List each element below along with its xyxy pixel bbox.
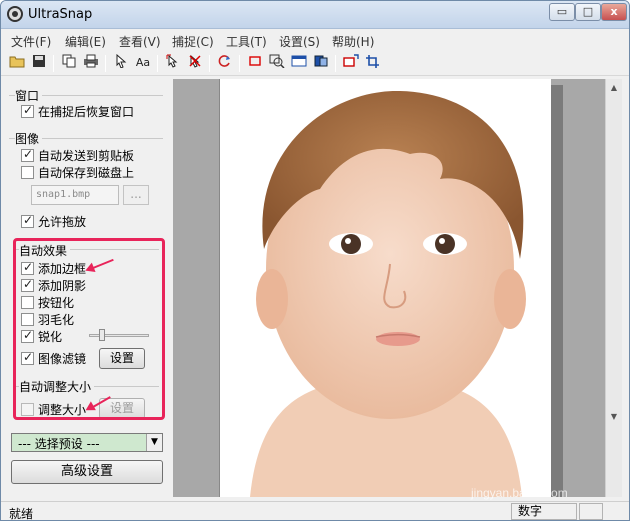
window-title: UltraSnap xyxy=(28,7,93,22)
checkbox-label: 自动发送到剪贴板 xyxy=(38,149,135,163)
save-disk-icon[interactable] xyxy=(29,54,49,72)
watermark-text: jingyan.baidu.com xyxy=(471,486,568,500)
filename-input[interactable]: snap1.bmp xyxy=(31,185,119,205)
camera-app-icon xyxy=(7,6,23,22)
crop-icon[interactable] xyxy=(363,54,383,72)
chevron-down-icon[interactable]: ▼ xyxy=(146,434,162,451)
checkbox-label: 允许拖放 xyxy=(38,215,87,229)
menu-tools[interactable]: 工具(T) xyxy=(226,33,267,50)
preset-selected-value: --- 选择预设 --- xyxy=(18,437,100,451)
menu-file[interactable]: 文件(F) xyxy=(11,33,51,50)
group-title-image: 图像 xyxy=(15,130,43,147)
pointer-icon[interactable] xyxy=(111,53,131,72)
menu-edit[interactable]: 编辑(E) xyxy=(65,33,106,50)
scroll-down-icon[interactable]: ▼ xyxy=(606,408,622,425)
capture-object-icon[interactable] xyxy=(311,54,331,72)
title-bar[interactable]: UltraSnap ▭ □ x xyxy=(1,1,629,29)
preset-select[interactable]: --- 选择预设 --- ▼ xyxy=(11,433,163,452)
checkbox-box[interactable] xyxy=(21,147,34,162)
capture-window-icon[interactable] xyxy=(289,54,309,72)
select-pointer-icon[interactable] xyxy=(163,54,183,72)
no-pointer-icon[interactable] xyxy=(185,54,205,72)
app-window: UltraSnap ▭ □ x 文件(F) 编辑(E) 查看(V) 捕捉(C) … xyxy=(0,0,630,521)
vertical-scrollbar[interactable]: ▲ ▼ xyxy=(605,79,622,497)
copy-icon[interactable] xyxy=(59,54,79,72)
checkbox-label: 自动保存到磁盘上 xyxy=(38,166,135,180)
scroll-up-icon[interactable]: ▲ xyxy=(606,79,622,96)
status-cell xyxy=(579,503,603,520)
menu-capture[interactable]: 捕捉(C) xyxy=(172,33,214,50)
checkbox-restore-after-capture[interactable]: 在捕捉后恢复窗口 xyxy=(21,103,134,119)
open-folder-icon[interactable] xyxy=(7,54,27,72)
refresh-icon[interactable] xyxy=(215,54,235,72)
status-numlock: 数字 xyxy=(511,503,577,520)
status-text: 就绪 xyxy=(9,507,34,521)
checkbox-box[interactable] xyxy=(21,166,34,179)
maximize-button[interactable]: □ xyxy=(575,3,601,21)
print-icon[interactable] xyxy=(81,54,101,72)
menu-settings[interactable]: 设置(S) xyxy=(279,33,320,50)
checkbox-box[interactable] xyxy=(21,103,34,118)
toolbar: Aa xyxy=(1,51,629,76)
checkbox-box[interactable] xyxy=(21,213,34,228)
capture-region-icon[interactable] xyxy=(245,54,265,72)
advanced-settings-button[interactable]: 高级设置 xyxy=(11,460,163,484)
status-bar: 就绪 数字 xyxy=(1,501,629,521)
zoom-region-icon[interactable] xyxy=(267,54,287,72)
image-canvas[interactable] xyxy=(173,79,605,497)
group-title-window: 窗口 xyxy=(15,87,43,104)
menu-view[interactable]: 查看(V) xyxy=(119,33,161,50)
captured-photo-baby xyxy=(219,79,551,497)
checkbox-label: 在捕捉后恢复窗口 xyxy=(38,105,135,119)
capture-menu-icon[interactable] xyxy=(341,54,361,72)
text-tool-icon[interactable]: Aa xyxy=(133,54,153,72)
close-button[interactable]: x xyxy=(601,3,627,21)
menu-help[interactable]: 帮助(H) xyxy=(332,33,374,50)
photo-drop-shadow xyxy=(551,85,563,497)
browse-button[interactable]: ... xyxy=(123,185,149,205)
options-panel: 窗口 在捕捉后恢复窗口 图像 自动发送到剪贴板 自动保存到磁盘上 snap1.b… xyxy=(5,79,169,497)
minimize-button[interactable]: ▭ xyxy=(549,3,575,21)
checkbox-allow-drag[interactable]: 允许拖放 xyxy=(21,213,86,229)
menu-bar: 文件(F) 编辑(E) 查看(V) 捕捉(C) 工具(T) 设置(S) 帮助(H… xyxy=(1,31,629,51)
checkbox-auto-clipboard[interactable]: 自动发送到剪贴板 xyxy=(21,147,134,163)
checkbox-auto-save-disk[interactable]: 自动保存到磁盘上 xyxy=(21,164,134,180)
